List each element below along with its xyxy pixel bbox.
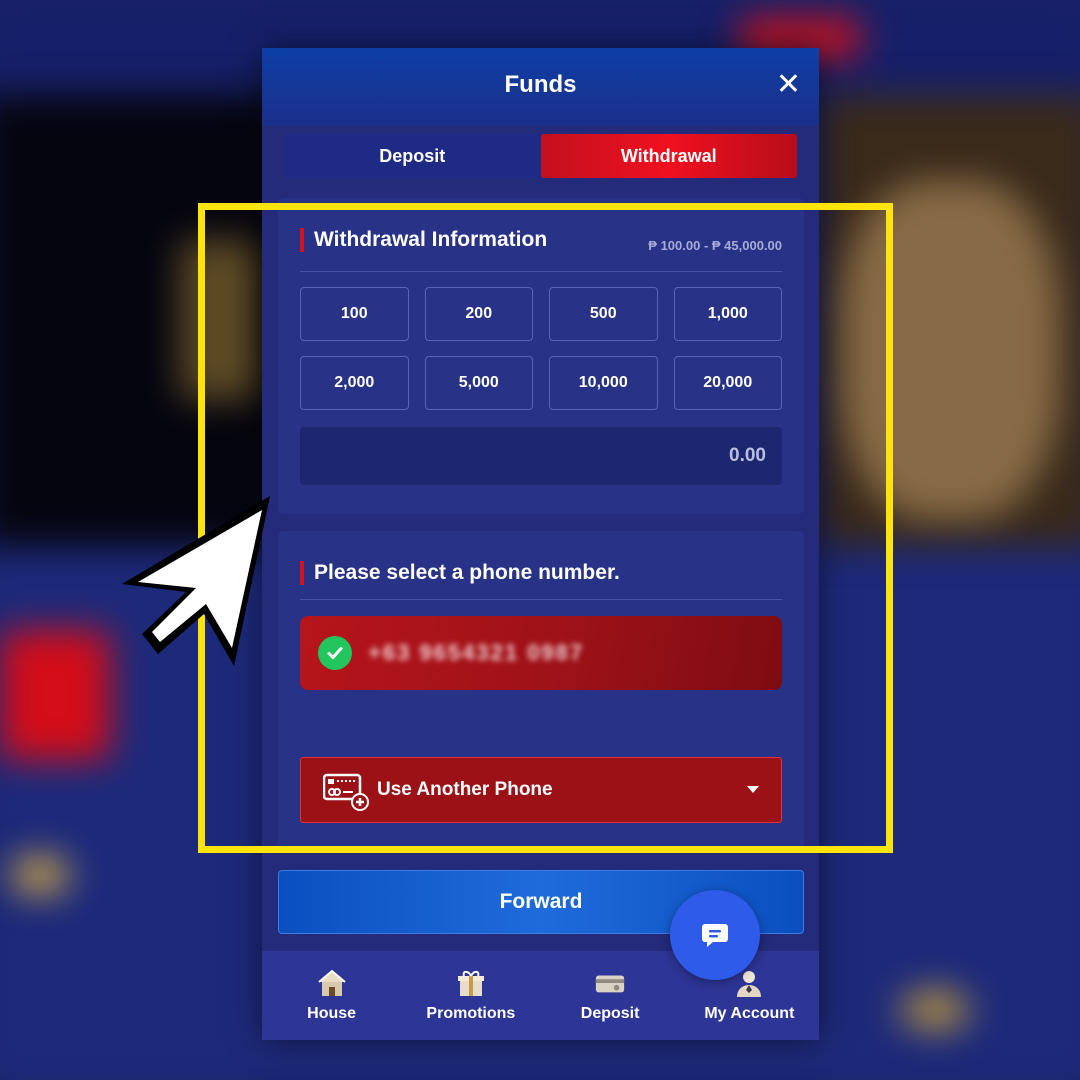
chat-icon — [702, 924, 728, 947]
nav-item-promotions[interactable]: Promotions — [401, 951, 540, 1040]
nav-item-house[interactable]: House — [262, 951, 401, 1040]
deposit-icon — [594, 967, 626, 999]
tab-withdrawal[interactable]: Withdrawal — [540, 134, 797, 178]
modal-header: Funds ✕ — [262, 48, 819, 126]
close-icon[interactable]: ✕ — [776, 68, 801, 102]
highlight-frame — [198, 203, 893, 853]
chat-button[interactable] — [670, 890, 760, 980]
modal-title: Funds — [504, 71, 577, 98]
nav-item-deposit[interactable]: Deposit — [541, 951, 680, 1040]
nav-label: House — [307, 1005, 357, 1022]
gift-icon — [455, 967, 487, 999]
house-icon — [316, 967, 348, 999]
tab-deposit[interactable]: Deposit — [284, 134, 541, 178]
nav-label: Deposit — [580, 1005, 640, 1022]
pointer-arrow-icon — [122, 496, 270, 666]
funds-tabs: Deposit Withdrawal — [284, 134, 797, 178]
nav-label: My Account — [704, 1005, 795, 1022]
nav-label: Promotions — [426, 1005, 516, 1022]
